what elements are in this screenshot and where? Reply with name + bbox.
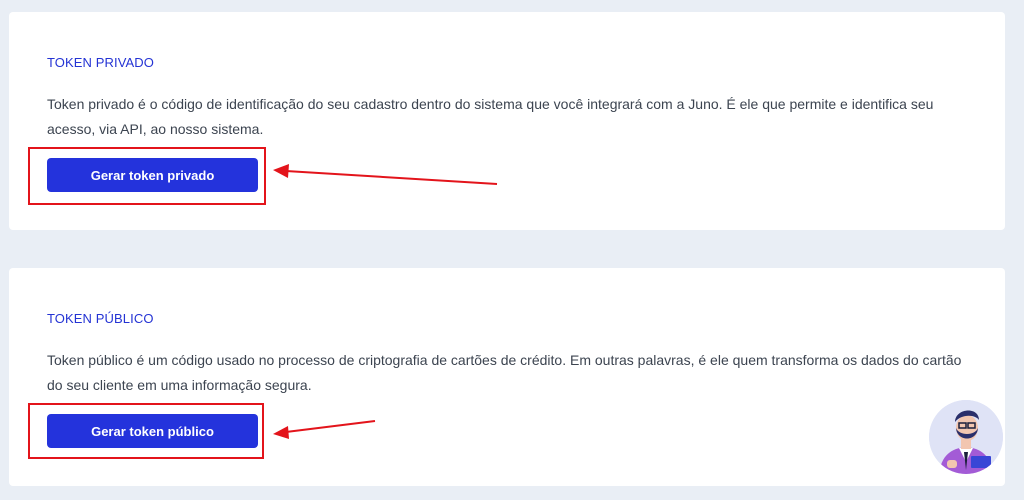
public-token-description: Token público é um código usado no proce…	[47, 352, 962, 393]
generate-private-token-button[interactable]: Gerar token privado	[47, 158, 258, 192]
public-token-title: TOKEN PÚBLICO	[47, 311, 154, 326]
private-token-description: Token privado é o código de identificaçã…	[47, 96, 934, 137]
generate-public-token-button[interactable]: Gerar token público	[47, 414, 258, 448]
private-token-title: TOKEN PRIVADO	[47, 55, 155, 70]
public-token-card: TOKEN PÚBLICO Token público é um código …	[9, 268, 1005, 486]
assistant-avatar-icon[interactable]	[929, 400, 1003, 474]
private-token-card: TOKEN PRIVADO Token privado é o código d…	[9, 12, 1005, 230]
